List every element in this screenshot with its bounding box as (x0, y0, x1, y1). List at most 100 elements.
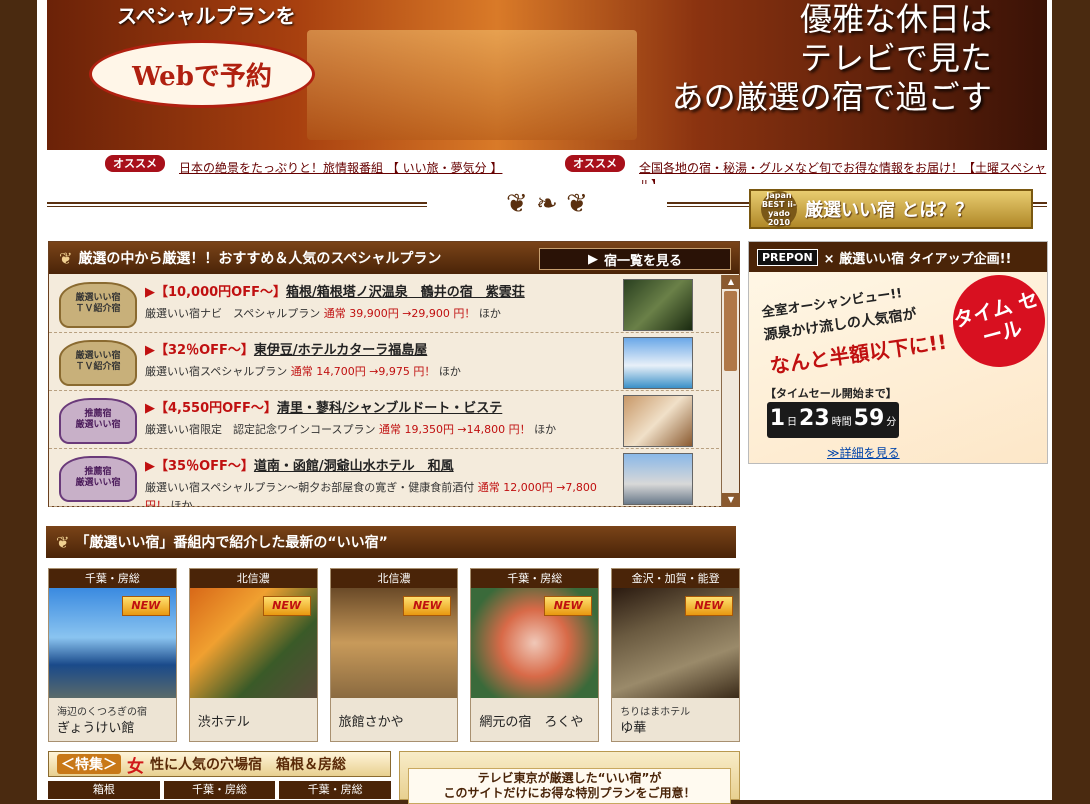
plan-item[interactable]: 厳選いい宿 ＴＶ紹介宿 ▶【10,000円OFF～】箱根/箱根塔ノ沢温泉 鶴井の宿… (49, 275, 719, 333)
feature-label: 性に人気の穴場宿 箱根＆房総 (150, 757, 346, 773)
plan-item[interactable]: 厳選いい宿 ＴＶ紹介宿 ▶【32％OFF～】東伊豆/ホテルカターラ福島屋 厳選いい… (49, 333, 719, 391)
tv-tokyo-banner[interactable]: テレビ東京が厳選した“いい宿”が このサイトだけにお得な特別プランをご用意！ (399, 751, 740, 804)
hero-copy-line: 優雅な休日は (799, 0, 992, 38)
ornament-icon: ❦ ❧ ❦ (427, 184, 667, 224)
plan-description: 厳選いい宿ナビ スペシャルプラン 通常 39,900円 →29,900 円！ ほ… (145, 307, 501, 320)
feature-token: ＜特集＞ (57, 754, 121, 774)
timesale-burst-badge: タイム セール (942, 264, 1056, 378)
hero-room-image (307, 30, 637, 140)
latest-inn-cards: 千葉・房総 NEW 海辺のくつろぎの宿 ぎょうけい館 北信濃 NEW 渋ホテル … (48, 568, 740, 742)
inn-list-button[interactable]: ▶ 宿一覧を見る (539, 248, 731, 270)
new-badge-icon: NEW (262, 596, 311, 616)
card-image[interactable]: NEW (49, 588, 176, 698)
scroll-up-arrow-icon[interactable]: ▲ (722, 275, 740, 289)
feature-red-char: 女 (127, 756, 144, 777)
tv-banner-line: テレビ東京が厳選した“いい宿”が (477, 771, 662, 785)
timesale-label: 【タイムセール開始まで】 (765, 387, 897, 400)
scroll-down-arrow-icon[interactable]: ▼ (722, 493, 740, 507)
card-name[interactable]: 網元の宿 ろくや (479, 711, 583, 730)
card-name[interactable]: ゆ華 (620, 717, 646, 736)
plan-thumbnail[interactable] (623, 279, 693, 331)
inn-card[interactable]: 金沢・加賀・能登 NEW ちりはまホテル ゆ華 (611, 568, 740, 742)
new-badge-icon: NEW (544, 596, 593, 616)
hero-copy: 優雅な休日は テレビで見た あの厳選の宿で過ごす (672, 0, 992, 117)
card-name[interactable]: 渋ホテル (198, 711, 250, 730)
ad-heading-text: × 厳選いい宿 タイアップ企画!! (823, 251, 1012, 267)
tv-introduced-badge-icon: 厳選いい宿 ＴＶ紹介宿 (59, 282, 137, 328)
plan-list: 厳選いい宿 ＴＶ紹介宿 ▶【10,000円OFF～】箱根/箱根塔ノ沢温泉 鶴井の宿… (49, 275, 719, 507)
tv-introduced-badge-icon: 厳選いい宿 ＴＶ紹介宿 (59, 340, 137, 386)
best-award-badge-icon: Japan BEST ii-yado 2010 (761, 191, 797, 227)
news-bar: オススメ 日本の絶景をたっぷりと！旅情報番組 【 いい旅・夢気分 】 オススメ … (47, 152, 1047, 192)
hero-copy-line: テレビで見た (799, 39, 992, 77)
feature-tab[interactable]: 千葉・房総 (279, 781, 392, 799)
recommended-badge-icon: 推薦宿 厳選いい宿 (59, 456, 137, 502)
plan-title-link[interactable]: ▶【10,000円OFF～】箱根/箱根塔ノ沢温泉 鶴井の宿 紫雲荘 (145, 281, 525, 300)
inn-card[interactable]: 千葉・房総 NEW 海辺のくつろぎの宿 ぎょうけい館 (48, 568, 177, 742)
card-area: 北信濃 (189, 569, 317, 588)
plan-item[interactable]: 推薦宿 厳選いい宿 ▶【4,550円OFF～】清里・蓼科/シャンブルドート・ビステ… (49, 391, 719, 449)
card-area: 千葉・房総 (49, 569, 176, 588)
about-ii-yado-button[interactable]: Japan BEST ii-yado 2010 厳選いい宿 とは？？ (749, 189, 1033, 229)
new-badge-icon: NEW (121, 596, 170, 616)
osusume-badge: オススメ (105, 155, 165, 172)
hero-banner[interactable]: スペシャルプランを Webで予約 優雅な休日は テレビで見た あの厳選の宿で過ご… (47, 0, 1047, 150)
feature-heading: ＜特集＞ 女性に人気の穴場宿 箱根＆房総 (48, 751, 391, 777)
prepon-logo: PREPON (757, 248, 818, 266)
new-badge-icon: NEW (684, 596, 733, 616)
inn-card[interactable]: 北信濃 NEW 渋ホテル (188, 568, 318, 742)
plan-thumbnail[interactable] (623, 395, 693, 447)
inn-card[interactable]: 北信濃 NEW 旅館さかや (329, 568, 459, 742)
ad-details-link[interactable]: ≫詳細を見る (827, 444, 900, 461)
plans-heading: ❦ 厳選の中から厳選！！おすすめ＆人気のスペシャルプラン ▶ 宿一覧を見る (49, 242, 739, 274)
play-arrow-icon: ▶ (587, 251, 598, 267)
plan-description: 厳選いい宿限定 認定記念ワインコースプラン 通常 19,350円 →14,800… (145, 423, 557, 436)
inn-card[interactable]: 千葉・房総 NEW 網元の宿 ろくや (470, 568, 600, 742)
ad-heading: PREPON × 厳選いい宿 タイアップ企画!! (749, 242, 1047, 272)
card-image[interactable]: NEW (189, 588, 317, 698)
scroll-thumb[interactable] (724, 291, 737, 371)
hero-copy-line: あの厳選の宿で過ごす (671, 78, 992, 116)
card-image[interactable]: NEW (612, 588, 739, 698)
plan-description: 厳選いい宿スペシャルプラン～朝夕お部屋食の寛ぎ・健康食前酒付 通常 12,000… (145, 481, 597, 507)
countdown-timer: 1日 23 時間 59 分 (767, 402, 899, 438)
feature-tab[interactable]: 千葉・房総 (163, 781, 276, 799)
plan-title-link[interactable]: ▶【4,550円OFF～】清里・蓼科/シャンブルドート・ビステ (145, 397, 502, 416)
latest-inns-heading: ❦ 「厳選いい宿」番組内で紹介した最新の“いい宿” (46, 526, 736, 558)
plan-title-link[interactable]: ▶【32％OFF～】東伊豆/ホテルカターラ福島屋 (145, 339, 427, 358)
web-reserve-button[interactable]: Webで予約 (89, 40, 315, 108)
about-label: 厳選いい宿 とは？？ (805, 200, 974, 221)
leaf-ornament-icon: ❦ (56, 532, 70, 552)
plan-title-link[interactable]: ▶【35％OFF～】道南・函館/洞爺山水ホテル 和風 (145, 455, 454, 474)
card-image[interactable]: NEW (330, 588, 458, 698)
plan-description: 厳選いい宿スペシャルプラン 通常 14,700円 →9,975 円！ ほか (145, 365, 461, 378)
tv-banner-line: このサイトだけにお得な特別プランをご用意！ (443, 786, 696, 800)
prepon-timesale-ad[interactable]: PREPON × 厳選いい宿 タイアップ企画!! 全室オーシャンビュー!! 源泉… (748, 241, 1056, 464)
plan-thumbnail[interactable] (623, 453, 693, 505)
plan-list-scrollbar[interactable]: ▲ ▼ (721, 275, 740, 507)
new-badge-icon: NEW (403, 596, 452, 616)
latest-heading-text: 「厳選いい宿」番組内で紹介した最新の“いい宿” (75, 535, 388, 551)
card-image[interactable]: NEW (471, 588, 599, 698)
plan-thumbnail[interactable] (623, 337, 693, 389)
feature-tabs: 箱根 千葉・房総 千葉・房総 (48, 781, 392, 799)
feature-tab[interactable]: 箱根 (48, 781, 160, 799)
plans-heading-text: 厳選の中から厳選！！おすすめ＆人気のスペシャルプラン (78, 251, 442, 267)
card-area: 千葉・房総 (471, 569, 599, 588)
osusume-badge: オススメ (565, 155, 625, 172)
card-name[interactable]: 旅館さかや (339, 711, 404, 730)
tv-banner-text: テレビ東京が厳選した“いい宿”が このサイトだけにお得な特別プランをご用意！ (408, 768, 731, 804)
hero-headline: スペシャルプランを (117, 4, 296, 28)
leaf-ornament-icon: ❦ (59, 248, 73, 268)
plan-item[interactable]: 推薦宿 厳選いい宿 ▶【35％OFF～】道南・函館/洞爺山水ホテル 和風 厳選いい… (49, 449, 719, 507)
inn-list-button-label: 宿一覧を見る (603, 253, 682, 269)
card-subtitle: ちりはまホテル (620, 707, 691, 718)
card-area: 金沢・加賀・能登 (612, 569, 739, 588)
special-plans-panel: ❦ 厳選の中から厳選！！おすすめ＆人気のスペシャルプラン ▶ 宿一覧を見る 厳選… (48, 241, 740, 507)
card-area: 北信濃 (330, 569, 458, 588)
feature-banner[interactable]: ＜特集＞ 女性に人気の穴場宿 箱根＆房総 箱根 千葉・房総 千葉・房総 (48, 751, 392, 800)
news-link[interactable]: 日本の絶景をたっぷりと！旅情報番組 【 いい旅・夢気分 】 (179, 159, 502, 176)
page: スペシャルプランを Webで予約 優雅な休日は テレビで見た あの厳選の宿で過ご… (37, 0, 1056, 804)
recommended-badge-icon: 推薦宿 厳選いい宿 (59, 398, 137, 444)
card-name[interactable]: ぎょうけい館 (57, 717, 134, 736)
